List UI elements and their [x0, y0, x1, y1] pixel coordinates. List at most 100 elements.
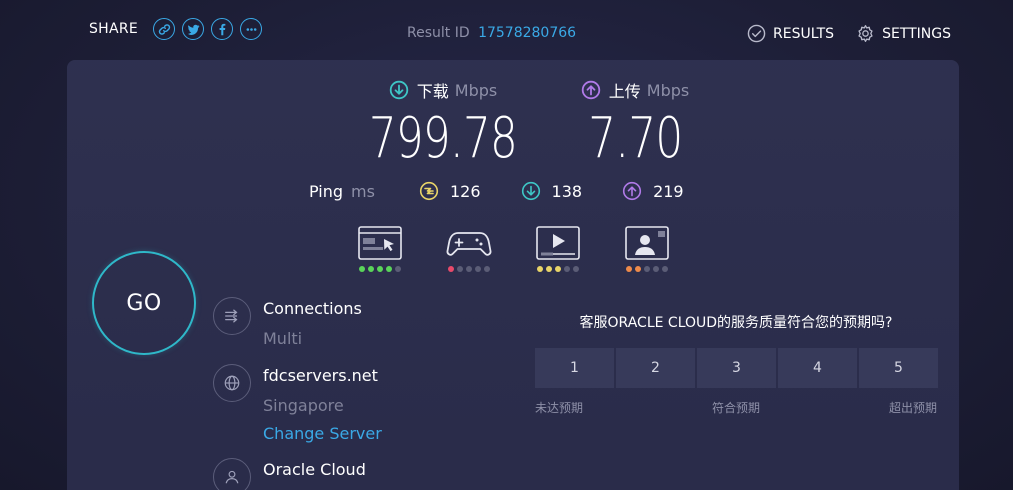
server-location: Singapore: [263, 396, 344, 415]
upload-value: 7.70: [587, 106, 683, 171]
download-arrow-icon: [389, 80, 408, 100]
idle-latency-icon: [419, 181, 439, 201]
settings-label: SETTINGS: [882, 25, 951, 42]
share-facebook-button[interactable]: [211, 18, 234, 40]
change-server-link[interactable]: Change Server: [263, 424, 382, 443]
rating-dots: [358, 266, 403, 272]
ping-label: Ping: [309, 181, 344, 201]
connections-title: Connections: [263, 299, 362, 318]
rating-dot: [484, 266, 490, 272]
top-nav: RESULTS SETTINGS: [725, 24, 951, 43]
rating-dot: [386, 266, 392, 272]
share-label: SHARE: [89, 21, 139, 37]
ping-upload: 219: [622, 181, 684, 201]
download-label: 下载: [416, 82, 449, 101]
upload-arrow-icon: [581, 80, 600, 100]
connections-toggle[interactable]: [213, 297, 251, 335]
header-bar: SHARE Result ID 17578280766 RESULTS SETT…: [0, 0, 1013, 62]
activity-gaming[interactable]: [445, 225, 493, 272]
server-name: fdcservers.net: [263, 366, 378, 385]
ping-idle-value: 126: [449, 181, 481, 201]
ping-download-value: 138: [551, 181, 583, 201]
ping-download: 138: [521, 181, 583, 201]
rating-dot: [448, 266, 454, 272]
link-icon: [158, 23, 170, 35]
rating-dots: [447, 266, 492, 272]
provider-user: [213, 458, 251, 490]
user-icon: [225, 470, 239, 484]
download-latency-icon: [521, 181, 540, 201]
share-twitter-button[interactable]: [182, 18, 205, 40]
rating-dot: [573, 266, 579, 272]
rating-mid-label: 符合预期: [711, 401, 760, 415]
go-button[interactable]: GO: [92, 251, 196, 355]
provider-name: Oracle Cloud: [263, 460, 366, 479]
rating-dots: [625, 266, 670, 272]
rating-dots: [536, 266, 581, 272]
rating-dot: [644, 266, 650, 272]
rating-option-4[interactable]: 4: [778, 348, 857, 388]
rating-dot: [466, 266, 472, 272]
share-link-button[interactable]: [153, 18, 176, 40]
server-row: fdcservers.net Singapore Change Server: [213, 364, 382, 443]
rating-dot: [359, 266, 365, 272]
download-value: 799.78: [368, 106, 518, 171]
rating-dot: [546, 266, 552, 272]
upload-unit: Mbps: [646, 80, 690, 100]
rating-dot: [564, 266, 570, 272]
more-dots-icon: [246, 27, 257, 31]
connections-row: Connections Multi: [213, 297, 362, 348]
activity-video-call[interactable]: [623, 225, 671, 272]
rating-dot: [368, 266, 374, 272]
facebook-icon: [219, 23, 225, 35]
web-browsing-icon: [358, 226, 402, 260]
globe-icon: [224, 375, 240, 391]
share-more-button[interactable]: [240, 18, 263, 40]
rating-dot: [662, 266, 668, 272]
activity-web-browsing[interactable]: [356, 225, 404, 272]
rating-dot: [635, 266, 641, 272]
twitter-icon: [187, 24, 199, 35]
server-globe: [213, 364, 251, 402]
result-id-link[interactable]: 17578280766: [478, 25, 576, 41]
video-streaming-icon: [536, 226, 580, 260]
connections-arrows-icon: [225, 309, 238, 323]
ping-unit: ms: [351, 181, 375, 201]
share-group: SHARE: [89, 18, 263, 40]
rating-option-5[interactable]: 5: [859, 348, 938, 388]
rating-dot: [457, 266, 463, 272]
rating-dot: [626, 266, 632, 272]
rating-option-1[interactable]: 1: [535, 348, 614, 388]
provider-row: Oracle Cloud: [213, 458, 366, 490]
upload-label: 上传: [608, 82, 641, 101]
check-circle-icon: [747, 24, 766, 43]
activity-ratings: [356, 225, 712, 272]
gear-icon: [858, 25, 873, 42]
ping-idle: 126: [419, 181, 481, 201]
gaming-icon: [446, 232, 492, 256]
upload-latency-icon: [622, 181, 642, 201]
connections-value: Multi: [263, 329, 303, 348]
survey-question: 客服ORACLE CLOUD的服务质量符合您的预期吗?: [579, 315, 893, 331]
rating-high-label: 超出预期: [888, 401, 937, 415]
download-speed: 下载 Mbps 799.78: [368, 78, 518, 167]
rating-option-3[interactable]: 3: [697, 348, 776, 388]
rating-option-2[interactable]: 2: [616, 348, 695, 388]
survey-ratings: 1 2 3 4 5: [535, 348, 938, 388]
ping-row: Ping ms 126 138 219: [309, 181, 724, 201]
result-id-label: Result ID: [407, 25, 470, 41]
activity-video-streaming[interactable]: [534, 225, 582, 272]
survey-scale-labels: 未达预期 符合预期 超出预期: [535, 399, 937, 416]
results-label: RESULTS: [773, 25, 835, 42]
rating-dot: [377, 266, 383, 272]
ping-upload-value: 219: [653, 181, 684, 201]
results-button[interactable]: RESULTS: [747, 24, 834, 43]
download-unit: Mbps: [454, 80, 498, 100]
settings-button[interactable]: SETTINGS: [856, 24, 951, 43]
rating-dot: [475, 266, 481, 272]
rating-dot: [555, 266, 561, 272]
upload-speed: 上传 Mbps 7.70: [560, 78, 710, 167]
rating-dot: [537, 266, 543, 272]
rating-low-label: 未达预期: [535, 401, 584, 415]
rating-dot: [395, 266, 401, 272]
